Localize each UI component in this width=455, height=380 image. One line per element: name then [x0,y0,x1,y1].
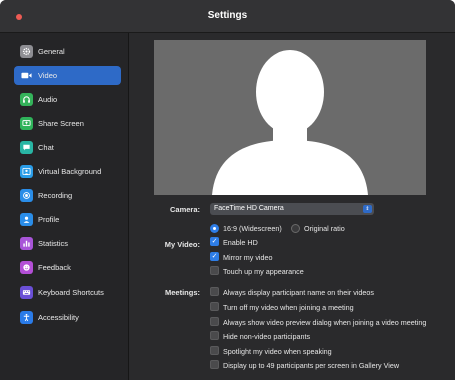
person-silhouette-icon [212,50,368,195]
chat-bubble-icon [20,141,33,154]
display-participant-name-label: Always display participant name on their… [223,288,375,297]
my-video-label: My Video: [164,240,200,249]
sidebar-item-profile[interactable]: Profile [14,210,121,229]
video-settings-panel: Camera: FaceTime HD Camera ⇕ My Video: 1… [130,33,455,380]
camera-select-value: FaceTime HD Camera [214,205,284,212]
enable-hd-label: Enable HD [223,238,258,247]
sidebar-item-keyboard-shortcuts[interactable]: Keyboard Shortcuts [14,283,121,302]
video-preview-dialog-label: Always show video preview dialog when jo… [223,318,427,327]
camera-label: Camera: [169,205,200,214]
sidebar-item-recording[interactable]: Recording [14,186,121,205]
touch-up-label: Touch up my appearance [223,267,304,276]
sidebar-item-label: Video [38,71,58,80]
spotlight-video-checkbox[interactable] [210,346,219,355]
sidebar-item-label: General [38,47,65,56]
video-preview-dialog-checkbox[interactable] [210,317,219,326]
hide-non-video-label: Hide non-video participants [223,332,311,341]
sidebar-item-label: Audio [38,95,58,104]
sidebar-item-label: Chat [38,143,54,152]
aspect-widescreen-label: 16:9 (Widescreen) [223,224,282,233]
sidebar-item-label: Profile [38,215,60,224]
video-camera-icon [20,69,33,82]
record-icon [20,189,33,202]
camera-select[interactable]: FaceTime HD Camera ⇕ [210,203,374,215]
video-preview [154,40,426,195]
sidebar-item-virtual-background[interactable]: Virtual Background [14,162,121,181]
turn-off-video-checkbox[interactable] [210,302,219,311]
sidebar-item-label: Statistics [38,239,69,248]
share-screen-icon [20,117,33,130]
title-bar: Settings [0,0,455,33]
spotlight-video-label: Spotlight my video when speaking [223,347,332,356]
touch-up-checkbox[interactable] [210,266,219,275]
person-icon [20,213,33,226]
accessibility-icon [20,311,33,324]
hide-non-video-checkbox[interactable] [210,331,219,340]
sidebar-item-label: Recording [38,191,73,200]
aspect-original-label: Original ratio [304,224,345,233]
mirror-video-checkbox[interactable]: ✓ [210,252,219,261]
gallery-49-checkbox[interactable] [210,360,219,369]
person-background-icon [20,165,33,178]
sidebar-item-video[interactable]: Video [14,66,121,85]
meetings-label: Meetings: [164,288,200,297]
settings-sidebar: General Video Audio Share Screen Chat Vi… [0,33,129,380]
sidebar-item-label: Feedback [38,263,71,272]
sidebar-item-label: Share Screen [38,119,84,128]
aspect-original-radio[interactable] [291,224,300,233]
sidebar-item-label: Accessibility [38,313,79,322]
aspect-widescreen-radio[interactable] [210,224,219,233]
turn-off-video-label: Turn off my video when joining a meeting [223,303,354,312]
sidebar-item-feedback[interactable]: Feedback [14,258,121,277]
sidebar-item-accessibility[interactable]: Accessibility [14,308,121,327]
sidebar-item-label: Virtual Background [38,167,102,176]
sidebar-item-general[interactable]: General [14,42,121,61]
mirror-video-label: Mirror my video [223,253,273,262]
sidebar-item-statistics[interactable]: Statistics [14,234,121,253]
settings-window: Settings General Video Audio Share Scree… [0,0,455,380]
headphones-icon [20,93,33,106]
gallery-49-label: Display up to 49 participants per screen… [223,361,400,370]
sidebar-item-share-screen[interactable]: Share Screen [14,114,121,133]
window-title: Settings [207,10,248,21]
gear-icon [20,45,33,58]
display-participant-name-checkbox[interactable] [210,287,219,296]
enable-hd-checkbox[interactable]: ✓ [210,237,219,246]
sidebar-item-label: Keyboard Shortcuts [38,288,104,297]
up-down-chevron-icon: ⇕ [363,205,372,213]
keyboard-icon [20,286,33,299]
bar-chart-icon [20,237,33,250]
smiley-icon [20,261,33,274]
sidebar-item-audio[interactable]: Audio [14,90,121,109]
sidebar-item-chat[interactable]: Chat [14,138,121,157]
